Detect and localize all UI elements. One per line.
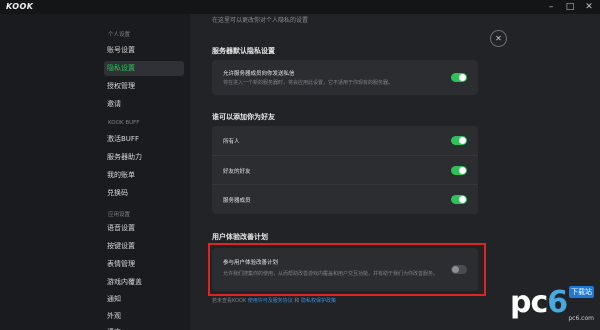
footer-note: 若未查看KOOK 使用许可及服务协议 和 隐私权保护政策 [212, 297, 336, 304]
page-subtitle: 在这里可以更改你对个人隐私的设置 [212, 17, 309, 24]
sidebar-item-billing[interactable]: 我的账单 [104, 168, 184, 183]
server-members-toggle[interactable] [451, 195, 467, 204]
minimize-button[interactable]: – [544, 0, 558, 14]
sidebar-item-language[interactable]: 语言 [104, 325, 184, 330]
watermark-url: pc6.com [568, 315, 594, 322]
everyone-toggle[interactable] [451, 136, 467, 145]
footer-prefix: 若未查看KOOK [212, 298, 247, 304]
sidebar-item-notifications[interactable]: 通知 [104, 292, 184, 307]
ux-program-heading: 用户体验改善计划 [212, 233, 268, 241]
server-dm-toggle[interactable] [451, 73, 467, 82]
friends-of-friends-toggle[interactable] [451, 166, 467, 175]
friend-option-row: 所有人 [212, 126, 478, 155]
privacy-settings-panel: 在这里可以更改你对个人隐私的设置 ✕ 服务器默认隐私设置 允许服务器成员向你发送… [190, 14, 600, 330]
friend-option-row: 好友的好友 [212, 155, 478, 184]
title-bar: KOOK – □ ✕ [0, 0, 600, 14]
sidebar-item-authorization[interactable]: 授权管理 [104, 79, 184, 94]
server-privacy-card: 允许服务器成员向你发送私信 将在进入一个新的服务器时，将会应用此设置，它不适用于… [212, 60, 478, 95]
sidebar-item-appearance[interactable]: 外观 [104, 309, 184, 324]
server-dm-title: 允许服务器成员向你发送私信 [223, 71, 295, 77]
friend-option-server-members: 服务器成员 [223, 198, 251, 204]
sidebar-item-privacy[interactable]: 隐私设置 [104, 61, 184, 76]
close-settings-button[interactable]: ✕ [490, 30, 507, 47]
sidebar-item-server-boost[interactable]: 服务器助力 [104, 150, 184, 165]
friend-option-row: 服务器成员 [212, 184, 478, 213]
sidebar-item-overlay[interactable]: 游戏内覆盖 [104, 275, 184, 290]
kook-logo: KOOK [6, 2, 34, 11]
sidebar-item-account[interactable]: 账号设置 [104, 43, 184, 58]
section-title-app: 应用设置 [108, 212, 131, 218]
friend-option-everyone: 所有人 [223, 139, 240, 145]
close-window-button[interactable]: ✕ [582, 0, 596, 14]
sidebar-item-keybinds[interactable]: 按键设置 [104, 239, 184, 254]
section-title-buff: KOOK BUFF [108, 120, 140, 126]
toggle-knob [459, 137, 466, 144]
sidebar-item-invite[interactable]: 邀请 [104, 97, 184, 112]
watermark-logo: pc6 [510, 285, 568, 320]
section-title-personal: 个人设置 [108, 32, 131, 38]
sidebar-item-emoji[interactable]: 表情管理 [104, 257, 184, 272]
footer-mid: 和 [294, 298, 301, 304]
toggle-knob [459, 167, 466, 174]
sidebar-item-activate-buff[interactable]: 激活BUFF [104, 132, 184, 147]
terms-link[interactable]: 使用许可及服务协议 [248, 298, 293, 304]
sidebar-item-voice[interactable]: 语音设置 [104, 221, 184, 236]
privacy-policy-link[interactable]: 隐私权保护政策 [301, 298, 336, 304]
friend-option-friends-of-friends: 好友的好友 [223, 169, 251, 175]
sidebar-item-redeem-code[interactable]: 兑换码 [104, 186, 184, 201]
toggle-knob [459, 196, 466, 203]
settings-sidebar: 个人设置 账号设置 隐私设置 授权管理 邀请 KOOK BUFF 激活BUFF … [0, 14, 190, 330]
red-highlight-box [208, 243, 486, 296]
watermark-tag: 下载站 [569, 286, 594, 298]
friend-request-card: 所有人 好友的好友 服务器成员 [212, 126, 478, 214]
maximize-button[interactable]: □ [563, 0, 577, 14]
server-privacy-heading: 服务器默认隐私设置 [212, 47, 275, 55]
server-dm-description: 将在进入一个新的服务器时，将会应用此设置，它不适用于你现有的服务器。 [223, 80, 394, 86]
friend-request-heading: 谁可以添加你为好友 [212, 113, 275, 121]
toggle-knob [459, 74, 466, 81]
pc6-watermark: pc6 下载站 pc6.com [510, 284, 594, 322]
